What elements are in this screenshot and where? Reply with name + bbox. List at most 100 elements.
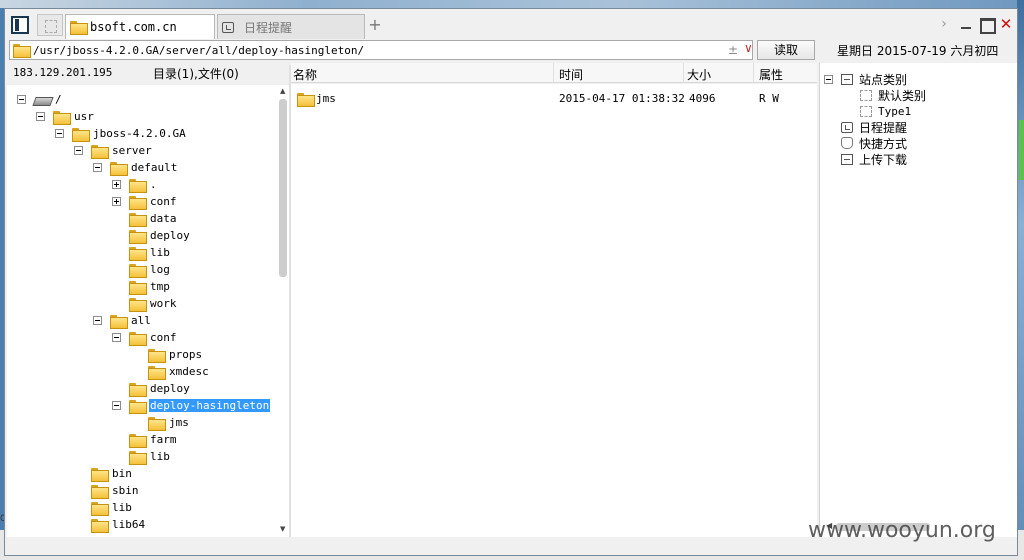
tree-node[interactable]: deploy-hasingleton [112,397,271,414]
schedule-node[interactable]: 日程提醒 [841,119,907,135]
collapse-icon[interactable] [93,316,102,325]
tree-node[interactable]: lib64 [74,516,146,533]
tree-node[interactable]: deploy [112,227,191,244]
node-label: 默认类别 [878,88,927,103]
tree-node-label: xmdesc [169,365,209,378]
file-attr: R W [759,92,779,105]
file-list-header: 名称 时间 大小 属性 [291,63,817,83]
plus-minus-icon[interactable]: ± [728,43,738,57]
tree-node-label: lib [112,501,132,514]
tab-bar: bsoft.com.cn 日程提醒 + › ✕ [5,9,1017,39]
address-bar[interactable]: /usr/jboss-4.2.0.GA/server/all/deploy-ha… [9,40,753,60]
collapse-icon[interactable] [74,146,83,155]
folder-icon [129,382,147,397]
folder-icon [129,212,147,227]
folder-icon [148,416,166,431]
column-divider[interactable] [553,63,554,83]
desktop-green-strip [1019,120,1024,180]
tree-node[interactable]: farm [112,431,178,448]
collapse-icon[interactable] [112,401,121,410]
tree-node[interactable]: tmp [112,278,171,295]
upload-download-node[interactable]: 上传下载 [841,151,907,167]
tree-node[interactable]: jms [131,414,190,431]
chevron-down-icon[interactable]: ∨ [744,41,753,55]
tree-node[interactable]: data [112,210,178,227]
column-name[interactable]: 名称 [293,66,317,83]
collapse-icon[interactable] [55,129,64,138]
scroll-thumb[interactable] [279,99,287,277]
column-divider[interactable] [683,63,684,83]
chevron-right-icon[interactable]: › [935,15,953,33]
tree-node-label: bin [112,467,132,480]
tree-node[interactable]: / [17,91,63,108]
column-divider[interactable] [753,63,754,83]
tree-node[interactable]: lib [112,448,171,465]
clock-icon [222,21,234,33]
default-category-node[interactable]: 默认类别 [860,87,926,103]
tree-node[interactable]: all [93,312,152,329]
column-time[interactable]: 时间 [559,66,583,83]
expand-icon[interactable] [112,180,121,189]
box-minus-icon [841,153,853,165]
tree-node[interactable]: . [112,176,158,193]
tree-node-label: all [131,314,151,327]
maximize-icon[interactable] [977,15,996,34]
tree-node[interactable]: bin [74,465,133,482]
tree-node[interactable]: server [74,142,153,159]
scroll-up-icon[interactable]: ▲ [280,87,285,95]
tree-node[interactable]: usr [36,108,95,125]
folder-icon [148,348,166,363]
blank-page-button[interactable] [37,14,63,36]
collapse-icon[interactable] [36,112,45,121]
tree-node-label: conf [150,195,177,208]
site-category-node[interactable]: 站点类别 [824,71,907,87]
collapse-icon[interactable] [17,95,26,104]
tab-schedule[interactable]: 日程提醒 [217,14,365,39]
tree-node[interactable]: props [131,346,203,363]
tree-node[interactable]: lib [112,244,171,261]
tree-node[interactable]: deploy [112,380,191,397]
folder-icon [129,246,147,261]
minimize-icon[interactable] [957,15,975,33]
tree-node[interactable]: default [93,159,178,176]
tree-node-label: work [150,297,177,310]
tree-node[interactable]: xmdesc [131,363,210,380]
column-size[interactable]: 大小 [687,66,711,83]
folder-icon [129,229,147,244]
tree-node[interactable]: work [112,295,178,312]
add-tab-icon[interactable]: + [367,15,383,35]
tree-node[interactable]: sbin [74,482,140,499]
column-attr[interactable]: 属性 [759,66,783,83]
collapse-icon[interactable] [824,74,833,84]
shortcut-node[interactable]: 快捷方式 [841,135,907,151]
collapse-icon[interactable] [93,163,102,172]
tree-node-label: jms [169,416,189,429]
close-icon[interactable]: ✕ [997,15,1015,33]
tree-node[interactable]: jboss-4.2.0.GA [55,125,187,142]
sidebar-toggle-icon[interactable] [11,16,29,34]
scroll-down-icon[interactable]: ▼ [280,525,285,533]
file-row[interactable]: jms 2015-04-17 01:38:32 4096 R W [291,90,817,107]
tree-node-label: usr [74,110,94,123]
tree-node[interactable]: log [112,261,171,278]
tree-scrollbar[interactable]: ▲ ▼ [277,85,289,537]
tree-node[interactable]: lib [74,499,133,516]
collapse-icon[interactable] [112,333,121,342]
expand-icon[interactable] [112,197,121,206]
tab-bsoft[interactable]: bsoft.com.cn [65,14,215,39]
folder-icon [129,450,147,465]
folder-icon [91,501,109,516]
type1-node[interactable]: Type1 [860,103,911,119]
tree-node[interactable]: conf [112,329,178,346]
folder-icon [91,518,109,533]
address-path[interactable]: /usr/jboss-4.2.0.GA/server/all/deploy-ha… [33,44,364,57]
desktop-background-right [1017,0,1024,560]
tree-node[interactable]: conf [112,193,178,210]
read-button[interactable]: 读取 [757,40,815,60]
